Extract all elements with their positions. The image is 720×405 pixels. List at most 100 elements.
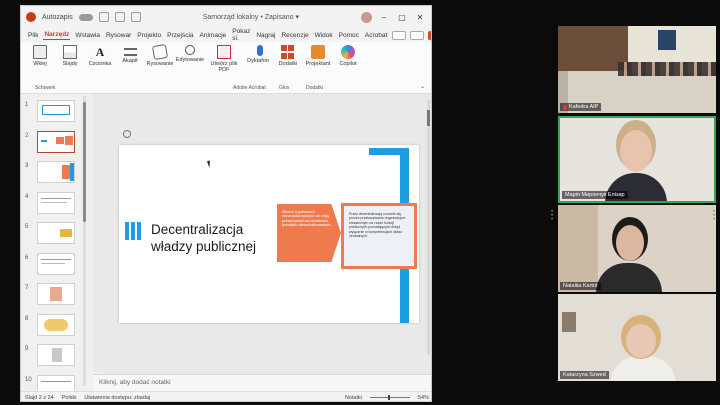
slide-thumbnail-row[interactable]: 9 — [25, 344, 99, 368]
editing-button[interactable]: Edytowanie — [175, 45, 205, 63]
slide-thumbnail-row[interactable]: 4 — [25, 191, 99, 216]
slide-thumbnail[interactable] — [37, 252, 75, 275]
ribbon-tab-0[interactable]: Plik — [27, 31, 39, 40]
slide-thumbnail-row[interactable]: 7 — [25, 283, 99, 307]
search-icon — [185, 45, 195, 55]
group-label-voice: Głos — [279, 85, 290, 91]
ribbon-tab-1[interactable]: Narzędz — [43, 30, 71, 40]
undo-icon[interactable] — [114, 12, 125, 22]
ribbon: Wklej Slajdy A Czcionka Akapit Rysowanie … — [21, 42, 431, 94]
ribbon-tab-8[interactable]: Nagraj — [255, 31, 276, 40]
slide-thumbnail-row[interactable]: 1 — [25, 100, 99, 124]
notes-toggle[interactable]: Notatki — [345, 395, 362, 401]
slide-thumbnail-row[interactable]: 5 — [25, 222, 99, 246]
redo-icon[interactable] — [130, 12, 141, 22]
create-pdf-button[interactable]: Utwórz plik PDF — [205, 45, 243, 73]
wall-picture — [562, 312, 576, 332]
ribbon-tab-2[interactable]: Wstawia — [74, 31, 101, 40]
accessibility-icon[interactable] — [123, 130, 131, 138]
accessibility-status[interactable]: Ułatwienia dostępu: zbadaj — [84, 395, 150, 401]
slide-thumbnail[interactable] — [37, 344, 75, 366]
editor-scrollbar[interactable] — [427, 100, 430, 355]
addins-label: Dodatki — [278, 61, 298, 67]
maximize-icon[interactable]: ▢ — [396, 13, 408, 22]
slide-number: 1 — [25, 102, 29, 108]
participant-tile-2[interactable]: Марія Мирончук Елізар — [558, 116, 716, 203]
ribbon-tab-3[interactable]: Rysowar — [105, 31, 132, 40]
window-title[interactable]: Samorząd lokalny • Zapisano ▾ — [147, 13, 355, 21]
comments-button[interactable] — [410, 30, 425, 40]
close-icon[interactable]: ✕ — [414, 13, 426, 22]
slide-thumbnail[interactable] — [37, 191, 75, 214]
designer-label: Projektant — [305, 61, 331, 67]
zoom-slider[interactable] — [369, 395, 410, 400]
accent-bar-top — [369, 148, 409, 155]
zoom-level[interactable]: 54% — [418, 395, 429, 401]
notes-pane[interactable]: Kliknij, aby dodać notatki — [93, 374, 431, 391]
workspace: 1 2 3 4 5 6 7 8 9 10 Decentralizacja władzy publi… — [21, 94, 431, 397]
slide-thumbnail-row[interactable]: 3 — [25, 161, 99, 185]
slide-thumbnail[interactable] — [37, 100, 75, 122]
designer-button[interactable]: Projektant — [303, 45, 333, 67]
resize-handle-left-icon[interactable]: • • • — [551, 209, 555, 223]
accent-stripes — [125, 222, 141, 240]
language-indicator[interactable]: Polski — [62, 395, 77, 401]
participant-4-head — [626, 324, 656, 358]
ribbon-tab-10[interactable]: Widok — [314, 31, 334, 40]
ribbon-tab-9[interactable]: Recenzje — [280, 31, 309, 40]
minimize-icon[interactable]: – — [378, 13, 390, 22]
slide-thumbnail-row[interactable]: 6 — [25, 252, 99, 277]
slide-number: 6 — [25, 254, 29, 261]
door — [558, 205, 598, 292]
slide-thumbnail[interactable] — [37, 283, 75, 305]
participant-name-4: Katarzyna Szwed — [560, 371, 609, 379]
save-icon[interactable] — [98, 12, 109, 22]
editing-label: Edytowanie — [175, 57, 205, 63]
slide-thumbnail[interactable] — [37, 130, 75, 153]
participant-tile-1[interactable]: Kafedra AIP — [558, 26, 716, 113]
slide-title[interactable]: Decentralizacja władzy publicznej — [151, 221, 261, 255]
collapse-ribbon-icon[interactable]: ⌄ — [420, 83, 425, 90]
slide-thumbnail[interactable] — [37, 161, 75, 183]
definition-box-left[interactable]: Władze w państwach zdecentralizowanych n… — [277, 204, 341, 262]
slide-number: 10 — [25, 376, 32, 383]
drawing-button[interactable]: Rysowanie — [145, 43, 175, 67]
paragraph-label: Akapit — [122, 58, 138, 64]
copilot-icon — [341, 45, 355, 59]
powerpoint-window: Autozapis Samorząd lokalny • Zapisano ▾ … — [20, 5, 432, 402]
font-button[interactable]: A Czcionka — [85, 45, 115, 67]
slide-counter: Slajd 2 z 24 — [25, 394, 54, 401]
ribbon-tab-7[interactable]: Pokaz sl. — [231, 27, 251, 43]
microphone-icon — [257, 45, 263, 56]
ribbon-tab-12[interactable]: Acrobat — [364, 31, 388, 40]
current-slide[interactable]: Decentralizacja władzy publicznej Władze… — [119, 145, 419, 323]
ribbon-tab-11[interactable]: Pomoc — [338, 31, 360, 40]
slides-button[interactable]: Slajdy — [55, 45, 85, 67]
addins-icon — [281, 45, 295, 59]
classroom-audience — [618, 62, 716, 76]
participant-tile-4[interactable]: Katarzyna Szwed — [558, 294, 716, 381]
menu-right-actions — [392, 30, 431, 40]
slide-thumbnail-row[interactable]: 8 — [25, 313, 99, 338]
paste-button[interactable]: Wklej — [25, 45, 55, 67]
ribbon-tab-6[interactable]: Animacje — [199, 31, 228, 40]
account-avatar[interactable] — [361, 11, 372, 23]
autosave-toggle[interactable] — [78, 13, 93, 21]
slide-thumbnail[interactable] — [37, 222, 75, 244]
designer-icon — [311, 45, 325, 59]
dictate-button[interactable]: Dyktafon — [243, 45, 273, 64]
copilot-button[interactable]: Copilot — [333, 45, 363, 67]
slide-thumbnail-row[interactable]: 2 — [25, 130, 99, 155]
share-button[interactable] — [428, 30, 431, 40]
participant-2-head — [620, 130, 652, 172]
record-button[interactable] — [392, 30, 407, 40]
drawing-icon — [151, 43, 169, 61]
ribbon-tab-4[interactable]: Projekto — [136, 31, 162, 40]
participant-tile-3[interactable]: Nataliia Kartot — [558, 205, 716, 292]
paragraph-button[interactable]: Akapit — [115, 45, 145, 64]
slide-thumbnail[interactable] — [37, 313, 75, 336]
definition-box-right[interactable]: Przez decentralizację rozumie się proces… — [341, 203, 417, 269]
resize-handle-right-icon[interactable]: • • • — [713, 209, 717, 223]
addins-button[interactable]: Dodatki — [273, 45, 303, 67]
ribbon-tab-5[interactable]: Przejścia — [166, 31, 194, 40]
